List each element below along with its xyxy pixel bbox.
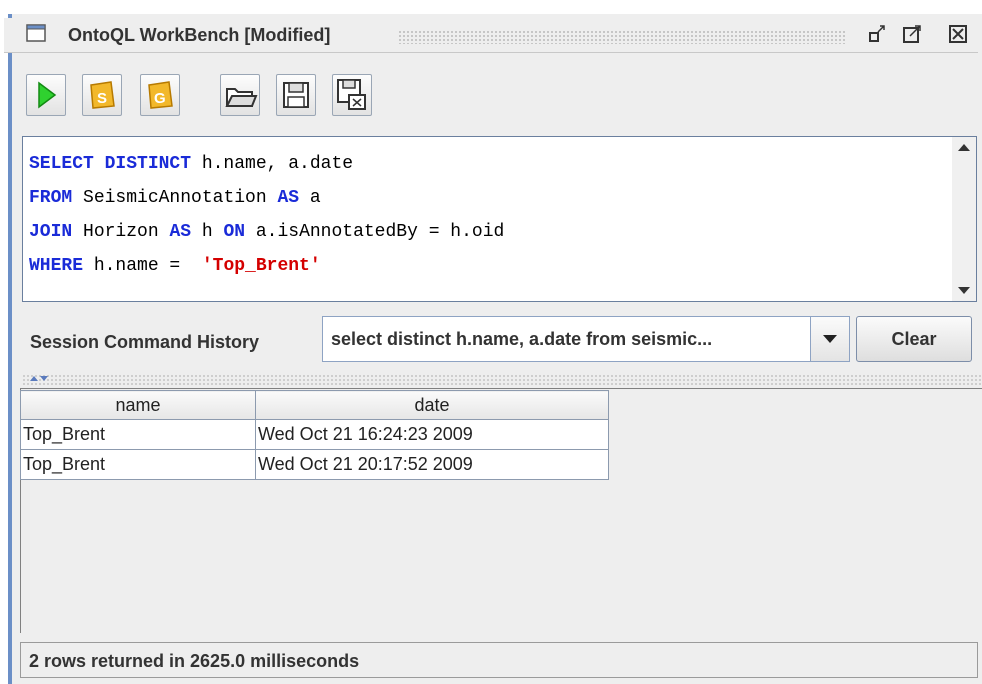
export-button[interactable] [332,74,372,116]
g-icon: G [148,81,173,109]
table-row[interactable]: Top_Brent Wed Oct 21 20:17:52 2009 [20,449,609,480]
arrow-down-icon [958,287,970,294]
sql-keyword: AS [277,188,300,208]
history-combo[interactable]: select distinct h.name, a.date from seis… [322,316,850,362]
sql-keyword: SELECT DISTINCT [29,154,192,174]
history-dropdown-button[interactable] [810,317,849,361]
history-label: Session Command History [30,332,260,352]
g-button-label: G [154,90,166,107]
save-button[interactable] [276,74,316,116]
query-line: FROM SeismicAnnotation AS a [29,181,504,215]
query-editor[interactable]: SELECT DISTINCT h.name, a.date FROM Seism… [22,136,954,302]
sql-keyword: FROM [29,188,73,208]
top-margin [0,0,982,14]
scroll-down-button[interactable] [952,279,976,301]
window-title: OntoQL WorkBench [Modified] [68,25,331,45]
close-icon[interactable] [948,24,968,44]
play-icon [38,81,57,109]
sql-keyword: ON [223,222,246,242]
column-header-name[interactable]: name [20,390,256,420]
scroll-up-button[interactable] [952,137,976,159]
query-line: JOIN Horizon AS h ON a.isAnnotatedBy = h… [29,215,504,249]
table-cell[interactable]: Wed Oct 21 20:17:52 2009 [255,449,609,480]
window-icon [26,24,46,42]
clear-button[interactable]: Clear [856,316,972,362]
run-query-button[interactable] [26,74,66,116]
minimize-icon[interactable] [868,24,888,44]
splitter-arrows-icon[interactable] [28,373,56,385]
query-line: WHERE h.name = 'Top_Brent' [29,249,504,283]
split-pane-divider[interactable] [22,374,982,386]
column-header-date[interactable]: date [255,390,609,420]
history-selected: select distinct h.name, a.date from seis… [331,329,713,349]
sql-text: h.name = [83,256,202,276]
table-header-row: name date [20,390,609,420]
sql-text: h [191,222,224,242]
table-cell[interactable]: Wed Oct 21 16:24:23 2009 [255,419,609,450]
status-text: 2 rows returned in 2625.0 milliseconds [29,651,360,671]
chevron-down-icon [823,335,837,343]
status-bar: 2 rows returned in 2625.0 milliseconds [20,642,978,678]
title-bar-grip [398,30,846,44]
table-cell[interactable]: Top_Brent [20,419,256,450]
floppy-export-icon [337,79,366,110]
s-button[interactable]: S [82,74,122,116]
table-row[interactable]: Top_Brent Wed Oct 21 16:24:23 2009 [20,419,609,450]
sql-keyword: WHERE [29,256,84,276]
sql-keyword: AS [169,222,192,242]
editor-scrollbar[interactable] [952,136,977,302]
arrow-up-icon [958,144,970,151]
floppy-icon [283,82,309,108]
maximize-icon[interactable] [902,24,922,44]
g-button[interactable]: G [140,74,180,116]
sql-text: a [299,188,321,208]
s-icon: S [90,81,115,109]
open-button[interactable] [220,74,260,116]
sql-text: Horizon [72,222,170,242]
results-table[interactable]: name date Top_Brent Wed Oct 21 16:24:23 … [20,390,609,480]
query-line: SELECT DISTINCT h.name, a.date [29,147,504,181]
sql-string: 'Top_Brent' [201,256,321,276]
sql-keyword: JOIN [29,222,73,242]
sql-text: h.name, a.date [191,154,354,174]
s-button-label: S [97,90,107,107]
sql-text: a.isAnnotatedBy = h.oid [245,222,505,242]
query-text[interactable]: SELECT DISTINCT h.name, a.date FROM Seism… [29,147,504,283]
table-cell[interactable]: Top_Brent [20,449,256,480]
sql-text: SeismicAnnotation [72,188,278,208]
folder-icon [225,88,258,107]
